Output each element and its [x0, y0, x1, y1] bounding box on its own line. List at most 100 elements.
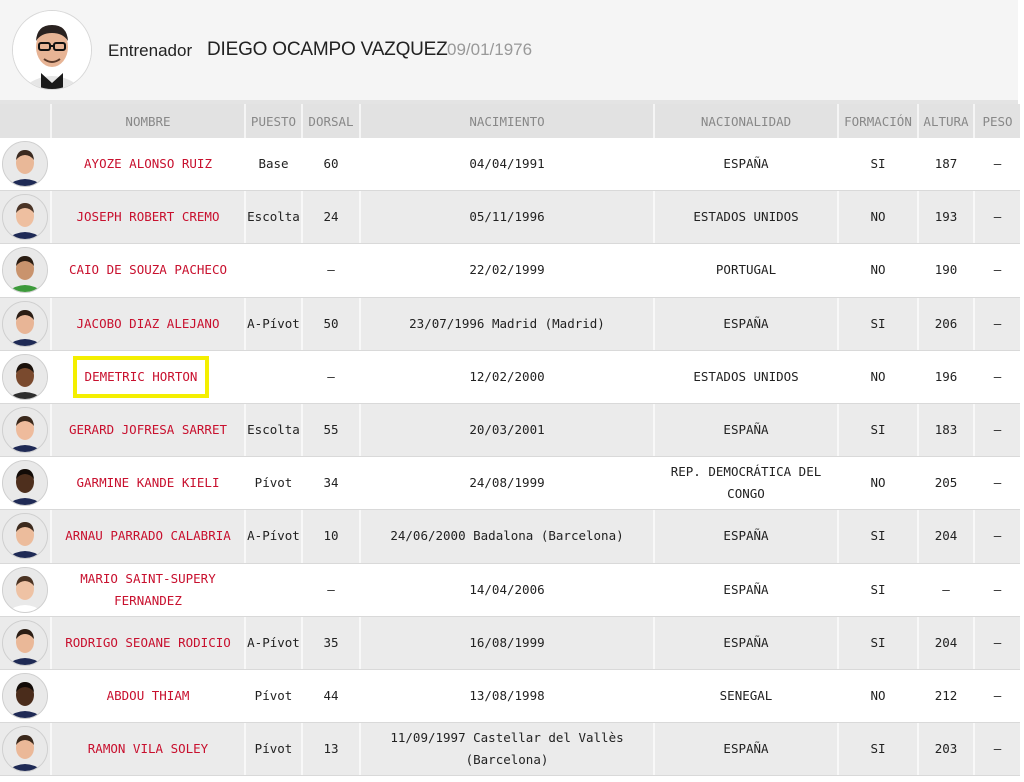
player-weight: – [993, 528, 1002, 544]
header-altura[interactable]: ALTURA [919, 104, 975, 138]
player-name-cell: CAIO DE SOUZA PACHECO [52, 244, 246, 297]
player-avatar[interactable] [2, 726, 48, 773]
coach-photo [12, 10, 92, 90]
table-row: AYOZE ALONSO RUIZ Base 60 04/04/1991 ESPAÑA S… [0, 138, 1020, 192]
player-avatar[interactable] [2, 300, 48, 347]
player-avatar[interactable] [2, 407, 48, 454]
player-position: Pívot [246, 457, 303, 510]
table-header: NOMBRE PUESTO DORSAL NACIMIENTO NACIONAL… [0, 104, 1020, 138]
player-avatar-icon [3, 567, 47, 612]
player-birth: 04/04/1991 [361, 138, 655, 191]
header-dorsal[interactable]: DORSAL [303, 104, 361, 138]
player-photo-cell [0, 616, 52, 669]
player-number: – [303, 563, 361, 616]
player-position: Pívot [246, 723, 303, 776]
player-height: 187 [919, 138, 975, 191]
player-height: 205 [919, 457, 975, 510]
player-photo-cell [0, 191, 52, 244]
header-nacimiento[interactable]: NACIMIENTO [361, 104, 655, 138]
player-name-link[interactable]: ARNAU PARRADO CALABRIA [65, 525, 231, 547]
player-avatar[interactable] [2, 672, 48, 719]
player-weight: – [993, 741, 1002, 757]
player-position [246, 350, 303, 403]
table-row: RAMON VILA SOLEY Pívot 13 11/09/1997 Castel… [0, 723, 1020, 777]
header-peso[interactable]: PESO [975, 104, 1020, 138]
player-name-cell: RAMON VILA SOLEY [52, 723, 246, 776]
player-avatar[interactable] [2, 353, 48, 400]
player-birth: 14/04/2006 [361, 563, 655, 616]
player-weight: – [993, 209, 1002, 225]
player-name-link[interactable]: GERARD JOFRESA SARRET [69, 419, 227, 441]
player-avatar[interactable] [2, 247, 48, 294]
player-weight: – [993, 634, 1002, 650]
player-avatar[interactable] [2, 566, 48, 613]
player-avatar-icon [3, 354, 47, 399]
player-avatar-icon [3, 142, 47, 187]
player-avatar[interactable] [2, 619, 48, 666]
player-avatar-icon [3, 514, 47, 559]
player-name-link[interactable]: AYOZE ALONSO RUIZ [84, 153, 212, 175]
player-name-link[interactable]: JOSEPH ROBERT CREMO [77, 206, 220, 228]
player-name-link[interactable]: JACOBO DIAZ ALEJANO [77, 313, 220, 335]
player-name-link[interactable]: GARMINE KANDE KIELI [77, 472, 220, 494]
header-formacion[interactable]: FORMACIÓN [839, 104, 919, 138]
player-height: 206 [919, 297, 975, 350]
player-name-cell: ARNAU PARRADO CALABRIA [52, 510, 246, 563]
player-nationality: ESPAÑA [655, 616, 839, 669]
player-birth: 13/08/1998 [361, 669, 655, 723]
player-avatar[interactable] [2, 513, 48, 560]
player-name-link[interactable]: CAIO DE SOUZA PACHECO [69, 259, 227, 281]
player-birth: 05/11/1996 [361, 191, 655, 244]
player-birth: 24/06/2000 Badalona (Barcelona) [361, 510, 655, 563]
player-formation: SI [839, 510, 919, 563]
table-row: GERARD JOFRESA SARRET Escolta 55 20/03/2001… [0, 403, 1020, 458]
player-avatar-icon [3, 620, 47, 665]
player-name-cell: GARMINE KANDE KIELI [52, 457, 246, 510]
player-avatar[interactable] [2, 194, 48, 241]
player-name-cell: MARIO SAINT-SUPERY FERNANDEZ [52, 563, 246, 616]
player-height: 212 [919, 669, 975, 723]
player-photo-cell [0, 563, 52, 616]
player-name-link[interactable]: DEMETRIC HORTON [72, 355, 210, 398]
player-height: 193 [919, 191, 975, 244]
player-name-cell: GERARD JOFRESA SARRET [52, 403, 246, 457]
player-name-link[interactable]: RAMON VILA SOLEY [88, 738, 208, 760]
player-weight: – [993, 156, 1002, 172]
player-avatar-icon [3, 727, 47, 772]
player-number: 13 [303, 723, 361, 776]
player-formation: SI [839, 723, 919, 776]
player-avatar-icon [3, 248, 47, 293]
table-row: RODRIGO SEOANE RODICIO A-Pívot 35 16/08/199… [0, 616, 1020, 670]
player-avatar[interactable] [2, 460, 48, 507]
player-weight: – [993, 687, 1002, 703]
player-birth: 23/07/1996 Madrid (Madrid) [361, 297, 655, 350]
player-height: 204 [919, 510, 975, 563]
player-formation: NO [839, 669, 919, 723]
player-name-link[interactable]: RODRIGO SEOANE RODICIO [65, 632, 231, 654]
player-position: Escolta [246, 191, 303, 244]
coach-avatar-icon [13, 11, 91, 89]
player-formation: NO [839, 191, 919, 244]
player-name-link[interactable]: MARIO SAINT-SUPERY FERNANDEZ [52, 568, 244, 612]
table-row: JOSEPH ROBERT CREMO Escolta 24 05/11/1996 ES… [0, 191, 1020, 245]
header-nacionalidad[interactable]: NACIONALIDAD [655, 104, 839, 138]
player-weight: – [993, 262, 1002, 278]
player-nationality: ESPAÑA [655, 723, 839, 776]
player-formation: NO [839, 244, 919, 297]
player-birth: 22/02/1999 [361, 244, 655, 297]
player-avatar-icon [3, 408, 47, 453]
header-photo [0, 104, 52, 138]
player-photo-cell [0, 138, 52, 191]
player-avatar-icon [3, 461, 47, 506]
coach-name[interactable]: DIEGO OCAMPO VAZQUEZ [207, 39, 448, 61]
player-weight: – [993, 475, 1002, 491]
player-name-cell: AYOZE ALONSO RUIZ [52, 138, 246, 191]
header-nombre[interactable]: NOMBRE [52, 104, 246, 138]
player-formation: SI [839, 297, 919, 350]
header-puesto[interactable]: PUESTO [246, 104, 303, 138]
player-height: – [919, 563, 975, 616]
player-name-link[interactable]: ABDOU THIAM [107, 685, 190, 707]
player-nationality: ESPAÑA [655, 138, 839, 191]
coach-birthdate: 09/01/1976 [447, 40, 533, 59]
player-avatar[interactable] [2, 141, 48, 188]
